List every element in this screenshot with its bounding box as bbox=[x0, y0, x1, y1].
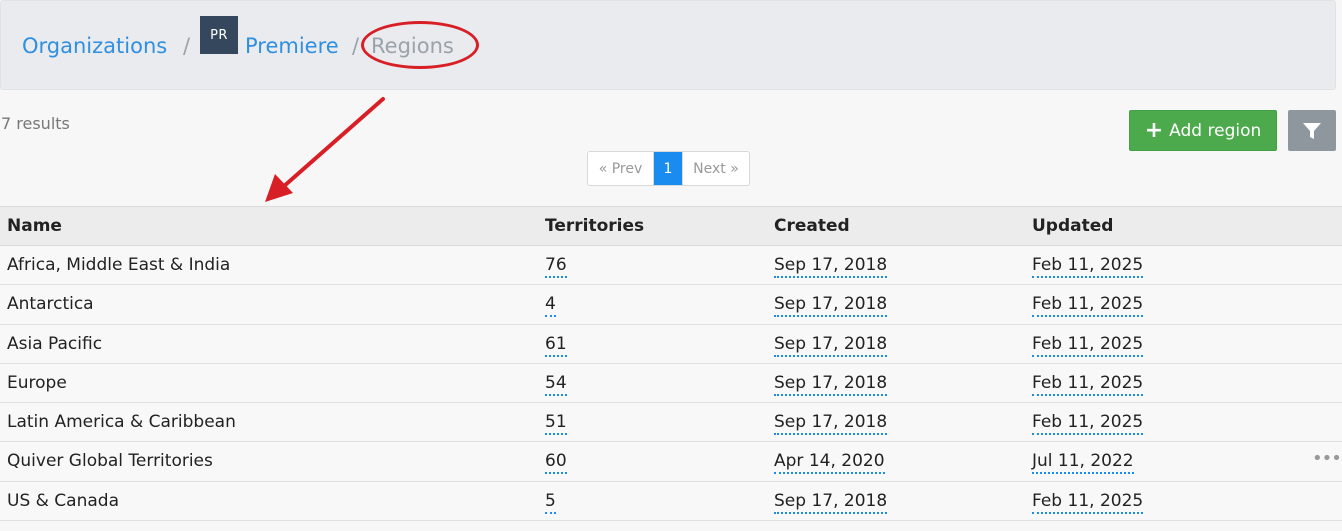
add-region-label: Add region bbox=[1169, 120, 1262, 141]
territories-count[interactable]: 54 bbox=[545, 373, 567, 396]
region-name[interactable]: US & Canada bbox=[7, 491, 119, 511]
created-date[interactable]: Apr 14, 2020 bbox=[774, 451, 885, 475]
updated-date[interactable]: Feb 11, 2025 bbox=[1032, 255, 1144, 278]
territories-count[interactable]: 5 bbox=[545, 491, 556, 514]
breadcrumb-separator: / bbox=[183, 34, 191, 58]
header-created[interactable]: Created bbox=[774, 216, 850, 236]
territories-count[interactable]: 60 bbox=[545, 451, 567, 475]
territories-count[interactable]: 4 bbox=[545, 294, 556, 318]
territories-count[interactable]: 61 bbox=[545, 334, 567, 357]
org-avatar[interactable]: PR bbox=[200, 16, 238, 54]
annotation-ellipse bbox=[361, 21, 479, 69]
created-date[interactable]: Sep 17, 2018 bbox=[774, 294, 888, 318]
updated-date[interactable]: Feb 11, 2025 bbox=[1032, 491, 1144, 514]
plus-icon: + bbox=[1144, 117, 1164, 143]
row-actions-menu[interactable]: ••• bbox=[1312, 448, 1342, 469]
table-row[interactable]: Quiver Global Territories 60 Apr 14, 202… bbox=[0, 442, 1342, 482]
header-updated[interactable]: Updated bbox=[1032, 216, 1113, 236]
table-row[interactable]: Africa, Middle East & India 76 Sep 17, 2… bbox=[0, 246, 1342, 286]
region-name[interactable]: Africa, Middle East & India bbox=[7, 255, 230, 275]
results-count: 7 results bbox=[1, 114, 70, 133]
updated-date[interactable]: Jul 11, 2022 bbox=[1032, 451, 1134, 475]
pagination-prev[interactable]: « Prev bbox=[588, 152, 654, 185]
breadcrumb-organizations-link[interactable]: Organizations bbox=[22, 34, 167, 58]
table-row[interactable]: US & Canada 5 Sep 17, 2018 Feb 11, 2025 bbox=[0, 481, 1342, 522]
region-name[interactable]: Latin America & Caribbean bbox=[7, 412, 236, 432]
breadcrumb-separator: / bbox=[352, 34, 360, 58]
updated-date[interactable]: Feb 11, 2025 bbox=[1032, 373, 1144, 396]
filter-icon bbox=[1303, 122, 1321, 139]
created-date[interactable]: Sep 17, 2018 bbox=[774, 373, 888, 396]
region-name[interactable]: Asia Pacific bbox=[7, 334, 102, 354]
regions-table: Name Territories Created Updated Africa,… bbox=[0, 206, 1342, 522]
table-row[interactable]: Antarctica 4 Sep 17, 2018 Feb 11, 2025 bbox=[0, 285, 1342, 325]
header-name[interactable]: Name bbox=[7, 216, 62, 236]
updated-date[interactable]: Feb 11, 2025 bbox=[1032, 334, 1144, 357]
updated-date[interactable]: Feb 11, 2025 bbox=[1032, 294, 1144, 318]
table-row[interactable]: Europe 54 Sep 17, 2018 Feb 11, 2025 bbox=[0, 363, 1342, 404]
breadcrumb: Organizations / PR Premiere / Regions bbox=[0, 0, 1336, 90]
pagination-page-1[interactable]: 1 bbox=[654, 152, 682, 185]
updated-date[interactable]: Feb 11, 2025 bbox=[1032, 412, 1144, 436]
region-name[interactable]: Antarctica bbox=[7, 294, 94, 314]
created-date[interactable]: Sep 17, 2018 bbox=[774, 334, 888, 357]
region-name[interactable]: Quiver Global Territories bbox=[7, 451, 213, 471]
created-date[interactable]: Sep 17, 2018 bbox=[774, 412, 888, 436]
table-row[interactable]: Asia Pacific 61 Sep 17, 2018 Feb 11, 202… bbox=[0, 324, 1342, 364]
add-region-button[interactable]: + Add region bbox=[1129, 110, 1277, 151]
annotation-arrow bbox=[265, 97, 385, 202]
table-header: Name Territories Created Updated bbox=[0, 206, 1342, 246]
breadcrumb-org-link[interactable]: Premiere bbox=[245, 34, 339, 58]
pagination: « Prev 1 Next » bbox=[587, 151, 750, 186]
header-territories[interactable]: Territories bbox=[545, 216, 644, 236]
table-row[interactable]: Latin America & Caribbean 51 Sep 17, 201… bbox=[0, 403, 1342, 443]
territories-count[interactable]: 51 bbox=[545, 412, 567, 436]
territories-count[interactable]: 76 bbox=[545, 255, 567, 278]
pagination-next[interactable]: Next » bbox=[682, 152, 749, 185]
created-date[interactable]: Sep 17, 2018 bbox=[774, 491, 888, 514]
region-name[interactable]: Europe bbox=[7, 373, 67, 393]
created-date[interactable]: Sep 17, 2018 bbox=[774, 255, 888, 278]
filter-button[interactable] bbox=[1288, 110, 1336, 151]
